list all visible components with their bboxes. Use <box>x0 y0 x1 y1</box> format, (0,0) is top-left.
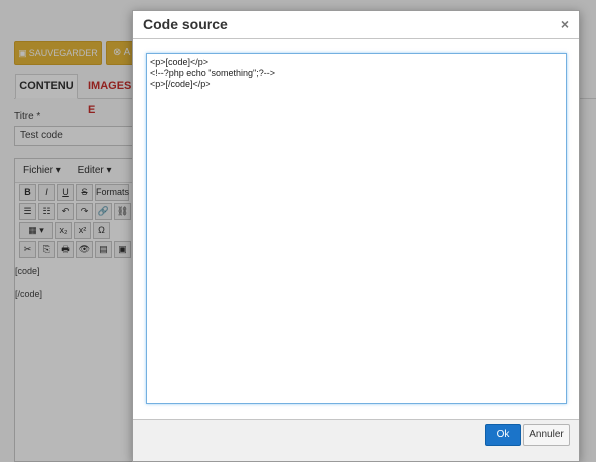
dialog-title: Code source <box>143 16 228 32</box>
source-code-textarea[interactable]: <p>[code]</p> <!--?php echo "something";… <box>146 53 567 404</box>
ok-button[interactable]: Ok <box>485 424 521 446</box>
code-source-dialog: Code source × <p>[code]</p> <!--?php ech… <box>132 10 580 462</box>
dialog-header: Code source × <box>133 11 579 39</box>
close-icon[interactable]: × <box>561 16 569 32</box>
cancel-button[interactable]: Annuler <box>523 424 570 446</box>
